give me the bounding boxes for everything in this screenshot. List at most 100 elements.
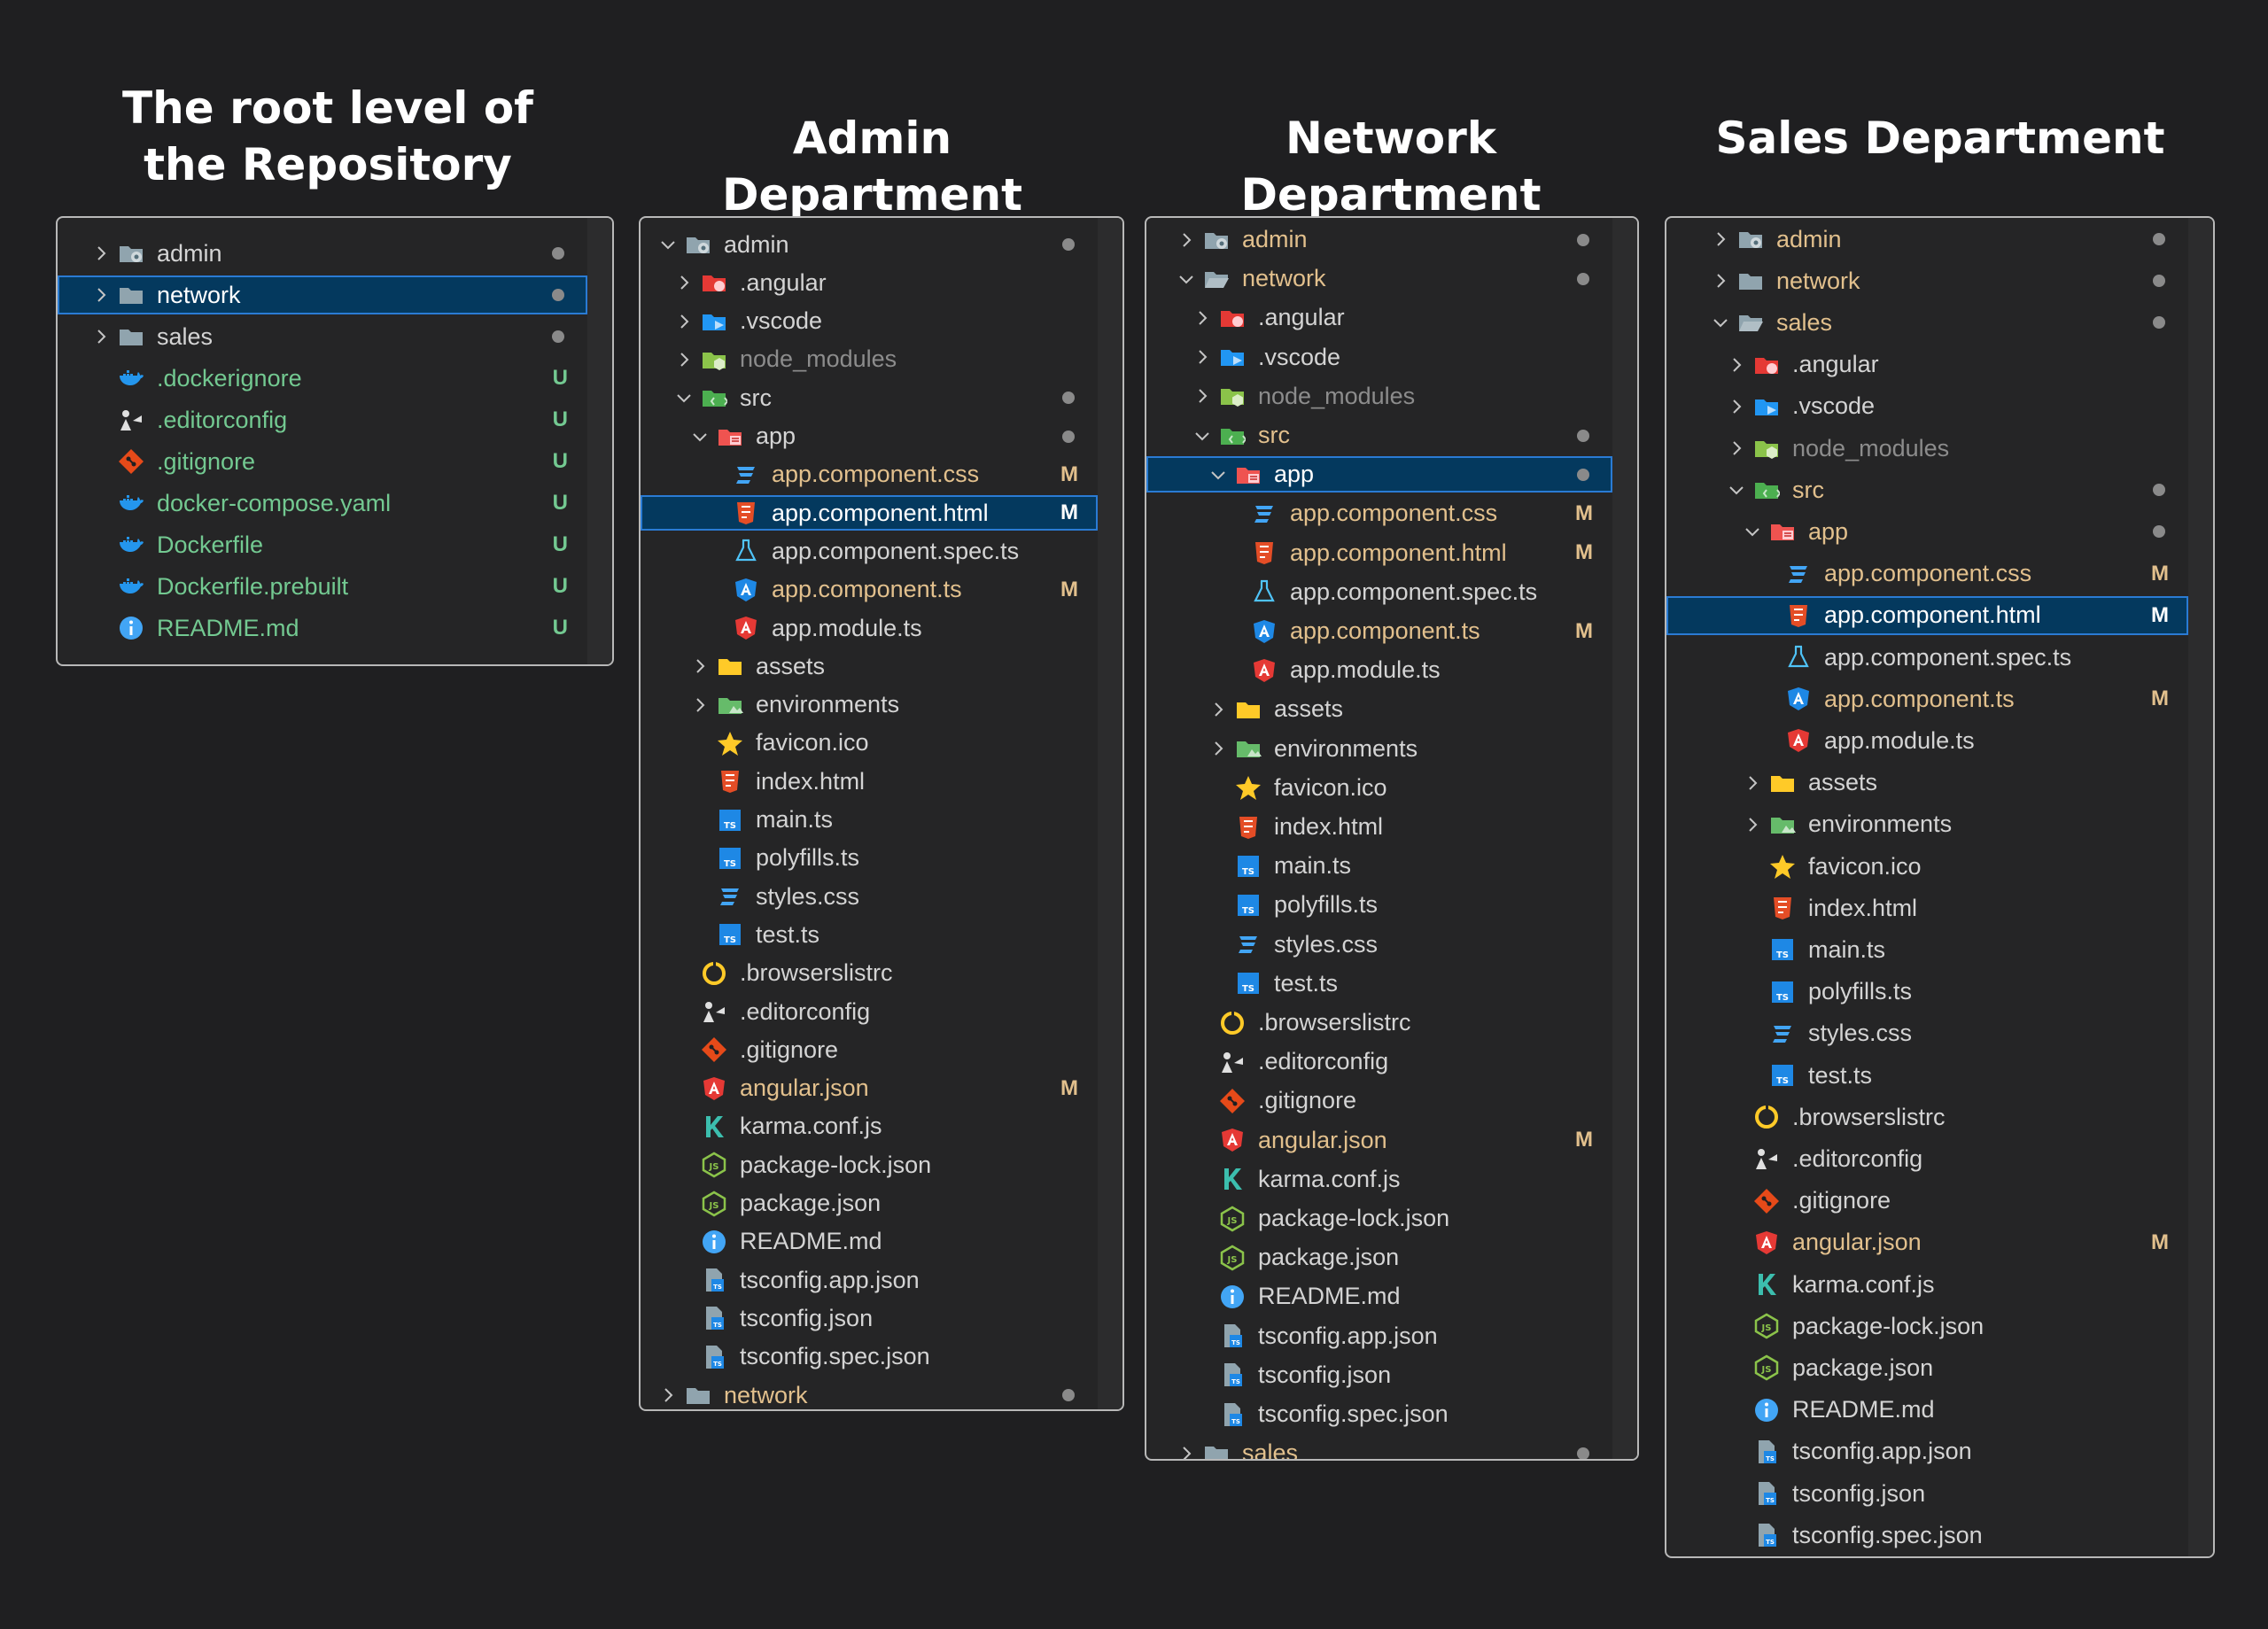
file-item[interactable]: .editorconfig — [1146, 1043, 1612, 1080]
file-item[interactable]: app.component.ts M — [641, 572, 1098, 608]
folder-item[interactable]: .angular — [1146, 299, 1612, 336]
chevron-right-icon[interactable] — [674, 350, 694, 369]
folder-item[interactable]: admin — [1666, 220, 2188, 259]
file-item[interactable]: index.html — [641, 764, 1098, 799]
file-item[interactable]: app.component.css M — [641, 457, 1098, 493]
file-item[interactable]: TS test.ts — [1666, 1056, 2188, 1095]
file-item[interactable]: JS package.json — [1666, 1348, 2188, 1387]
scrollbar[interactable] — [587, 218, 612, 664]
file-item[interactable]: .browserslistrc — [641, 956, 1098, 991]
folder-item[interactable]: .angular — [641, 265, 1098, 300]
file-item[interactable]: TS test.ts — [1146, 966, 1612, 1002]
file-item[interactable]: favicon.ico — [1666, 847, 2188, 886]
folder-item[interactable]: src — [641, 380, 1098, 415]
chevron-right-icon[interactable] — [1711, 271, 1730, 291]
file-item[interactable]: angular.json M — [641, 1071, 1098, 1106]
chevron-right-icon[interactable] — [91, 327, 111, 346]
folder-item[interactable]: .angular — [1666, 345, 2188, 384]
file-item[interactable]: .browserslistrc — [1146, 1005, 1612, 1041]
file-item[interactable]: TS tsconfig.json — [1146, 1357, 1612, 1393]
folder-item[interactable]: assets — [641, 648, 1098, 684]
chevron-down-icon[interactable] — [1177, 269, 1196, 289]
file-item[interactable]: Dockerfile U — [58, 525, 587, 564]
file-item[interactable]: TS tsconfig.spec.json — [1146, 1396, 1612, 1432]
file-item[interactable]: .gitignore U — [58, 442, 587, 481]
file-item[interactable]: JS package.json — [641, 1186, 1098, 1222]
file-item[interactable]: app.component.spec.ts — [641, 533, 1098, 569]
folder-item[interactable]: network — [1666, 261, 2188, 300]
chevron-right-icon[interactable] — [1208, 739, 1228, 758]
file-item[interactable]: docker-compose.yaml U — [58, 484, 587, 523]
file-item[interactable]: karma.conf.js — [1666, 1265, 2188, 1304]
file-item[interactable]: karma.conf.js — [1146, 1161, 1612, 1198]
folder-item[interactable]: node_modules — [1146, 378, 1612, 415]
file-item[interactable]: app.component.html M — [1146, 535, 1612, 571]
file-item[interactable]: styles.css — [1666, 1014, 2188, 1053]
file-item[interactable]: README.md — [1146, 1278, 1612, 1315]
file-item[interactable]: Dockerfile.prebuilt U — [58, 567, 587, 606]
file-item[interactable]: TS tsconfig.json — [641, 1300, 1098, 1336]
file-item[interactable]: app.component.spec.ts — [1146, 574, 1612, 610]
folder-item[interactable]: network — [641, 1377, 1098, 1409]
chevron-right-icon[interactable] — [658, 1385, 678, 1405]
folder-item[interactable]: admin — [1146, 221, 1612, 258]
file-item[interactable]: app.component.html M — [1666, 595, 2188, 635]
file-item[interactable]: .browserslistrc — [1666, 1098, 2188, 1136]
chevron-right-icon[interactable] — [1711, 229, 1730, 249]
chevron-down-icon[interactable] — [1208, 465, 1228, 485]
file-item[interactable]: app.component.ts M — [1146, 613, 1612, 649]
file-item[interactable]: .editorconfig — [641, 994, 1098, 1029]
chevron-right-icon[interactable] — [690, 695, 710, 715]
folder-item[interactable]: sales — [58, 317, 587, 356]
file-item[interactable]: .gitignore — [1146, 1082, 1612, 1119]
scrollbar[interactable] — [1098, 218, 1122, 1409]
file-item[interactable]: TS main.ts — [1666, 930, 2188, 969]
chevron-right-icon[interactable] — [1192, 308, 1212, 328]
chevron-right-icon[interactable] — [690, 656, 710, 676]
chevron-right-icon[interactable] — [91, 244, 111, 263]
chevron-right-icon[interactable] — [674, 273, 694, 292]
file-item[interactable]: README.md — [641, 1224, 1098, 1260]
folder-item[interactable]: network — [1146, 260, 1612, 297]
file-item[interactable]: favicon.ico — [1146, 770, 1612, 806]
file-item[interactable]: styles.css — [641, 879, 1098, 914]
chevron-right-icon[interactable] — [91, 285, 111, 305]
file-item[interactable]: angular.json M — [1146, 1122, 1612, 1159]
folder-item[interactable]: assets — [1146, 691, 1612, 727]
chevron-down-icon[interactable] — [1192, 426, 1212, 446]
file-item[interactable]: TS polyfills.ts — [641, 841, 1098, 876]
folder-item[interactable]: environments — [1666, 805, 2188, 844]
folder-item[interactable]: .vscode — [641, 304, 1098, 339]
file-item[interactable]: JS package-lock.json — [641, 1147, 1098, 1183]
file-item[interactable]: TS tsconfig.spec.json — [1666, 1516, 2188, 1555]
folder-item[interactable]: node_modules — [1666, 429, 2188, 468]
chevron-right-icon[interactable] — [1727, 355, 1746, 375]
folder-item[interactable]: src — [1666, 470, 2188, 509]
chevron-right-icon[interactable] — [1208, 700, 1228, 719]
file-item[interactable]: app.component.css M — [1146, 495, 1612, 531]
chevron-right-icon[interactable] — [1192, 347, 1212, 367]
file-item[interactable]: TS main.ts — [641, 803, 1098, 838]
folder-item[interactable]: sales — [1146, 1435, 1612, 1459]
file-item[interactable]: TS tsconfig.app.json — [641, 1262, 1098, 1298]
file-item[interactable]: .gitignore — [1666, 1182, 2188, 1221]
file-item[interactable]: styles.css — [1146, 927, 1612, 963]
file-item[interactable]: TS polyfills.ts — [1666, 973, 2188, 1012]
file-item[interactable]: app.module.ts — [1666, 721, 2188, 760]
folder-item[interactable]: network — [58, 275, 587, 314]
file-item[interactable]: app.component.css M — [1666, 555, 2188, 593]
chevron-right-icon[interactable] — [1177, 230, 1196, 250]
folder-item[interactable]: assets — [1666, 764, 2188, 803]
chevron-right-icon[interactable] — [1727, 438, 1746, 458]
file-item[interactable]: TS tsconfig.app.json — [1666, 1432, 2188, 1471]
file-item[interactable]: TS polyfills.ts — [1146, 887, 1612, 923]
file-item[interactable]: index.html — [1146, 809, 1612, 845]
file-item[interactable]: JS package-lock.json — [1666, 1307, 2188, 1346]
chevron-down-icon[interactable] — [658, 235, 678, 254]
folder-item[interactable]: app — [1666, 512, 2188, 551]
folder-item[interactable]: admin — [58, 234, 587, 273]
chevron-down-icon[interactable] — [690, 427, 710, 446]
file-item[interactable]: TS test.ts — [641, 917, 1098, 952]
chevron-down-icon[interactable] — [1711, 313, 1730, 332]
chevron-right-icon[interactable] — [674, 312, 694, 331]
